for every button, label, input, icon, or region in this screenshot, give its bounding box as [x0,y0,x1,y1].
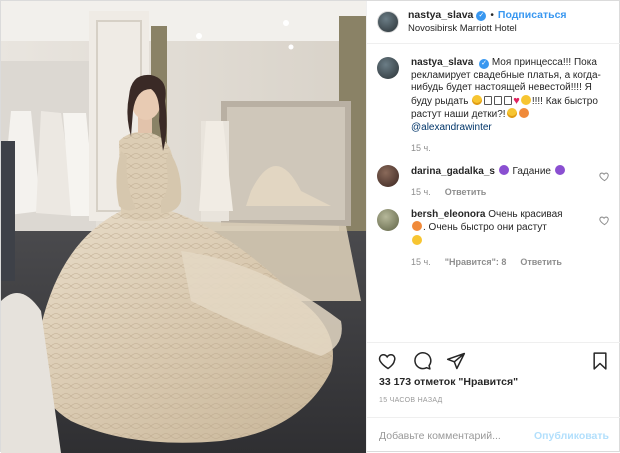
tired-emoji-icon [506,108,517,118]
caption-avatar[interactable] [377,57,399,79]
caption-meta: 15 ч. [411,142,611,155]
comment-like-heart-icon[interactable] [599,215,611,269]
comment-item: bersh_eleonora Очень красивая . Очень бы… [377,208,611,269]
comment-meta: 15 ч. Ответить [411,186,593,199]
instagram-post: nastya_slava ✓ • Подписаться Novosibirsk… [0,0,620,453]
post-photo[interactable] [1,1,366,453]
crystal-ball-icon [554,164,565,175]
missing-glyph-icon [504,95,513,105]
share-icon[interactable] [445,350,467,372]
pleading-emoji-icon [412,234,422,245]
separator-dot: • [490,10,494,21]
publish-button[interactable]: Опубликовать [534,430,609,442]
flushed-emoji-icon [518,108,529,118]
comment-avatar[interactable] [377,208,399,231]
header-text: nastya_slava ✓ • Подписаться Novosibirsk… [408,9,567,35]
comment-meta: 15 ч. "Нравится": 8 Ответить [411,256,593,269]
comment-like-heart-icon[interactable] [599,171,611,199]
comment-item: darina_gadalka_s Гадание 15 ч. Ответить [377,164,611,199]
bookmark-icon[interactable] [589,350,611,372]
comment-username[interactable]: darina_gadalka_s [411,166,495,177]
follow-button[interactable]: Подписаться [498,9,567,22]
header-top-line: nastya_slava ✓ • Подписаться [408,9,567,22]
comment-body: darina_gadalka_s Гадание 15 ч. Ответить [411,164,593,199]
reply-button[interactable]: Ответить [520,256,562,269]
crystal-ball-icon [498,164,509,175]
likes-count[interactable]: 33 173 отметок "Нравится" [379,376,518,388]
comment-time: 15 ч. [411,187,431,197]
mention-link[interactable]: @alexandrawinter [411,122,492,133]
grin-emoji-icon [520,94,531,105]
add-comment-bar: Опубликовать [367,417,620,453]
caption-username[interactable]: nastya_slava [411,57,473,68]
heart-eyes-emoji-icon [412,221,422,231]
verified-icon: ✓ [476,10,487,21]
reply-button[interactable]: Ответить [445,186,487,199]
comment-username[interactable]: bersh_eleonora [411,209,485,220]
caption-time: 15 ч. [411,143,431,153]
post-sidebar: nastya_slava ✓ • Подписаться Novosibirsk… [366,1,620,453]
verified-icon: ✓ [479,59,490,69]
crying-emoji-icon [472,94,483,105]
comment-icon[interactable] [411,350,433,372]
comment-likes-count[interactable]: "Нравится": 8 [445,256,507,269]
missing-glyph-icon [494,95,503,105]
missing-glyph-icon [484,95,493,105]
red-heart-icon: ♥ [513,94,520,107]
caption: nastya_slava ✓ Моя принцесса!!! Пока рек… [377,57,611,155]
wedding-dress-photo [1,1,366,453]
heart-icon[interactable] [377,350,399,372]
comment-text: Гадание [512,165,551,177]
post-timestamp: 15 ЧАСОВ НАЗАД [379,397,443,404]
location-link[interactable]: Novosibirsk Marriott Hotel [408,22,567,35]
comment-body: bersh_eleonora Очень красивая . Очень бы… [411,209,593,269]
username-link[interactable]: nastya_slava [408,9,473,22]
caption-body: nastya_slava ✓ Моя принцесса!!! Пока рек… [411,57,611,155]
action-bar [367,342,620,378]
comment-text-1: Очень красивая [488,208,563,220]
comment-time: 15 ч. [411,257,431,267]
comment-text-2: . Очень быстро они растут [423,222,547,233]
comments-section[interactable]: nastya_slava ✓ Моя принцесса!!! Пока рек… [367,57,620,341]
comment-input[interactable] [379,429,535,442]
avatar[interactable] [377,11,399,33]
post-header: nastya_slava ✓ • Подписаться Novosibirsk… [367,1,620,44]
comment-avatar[interactable] [377,164,399,187]
